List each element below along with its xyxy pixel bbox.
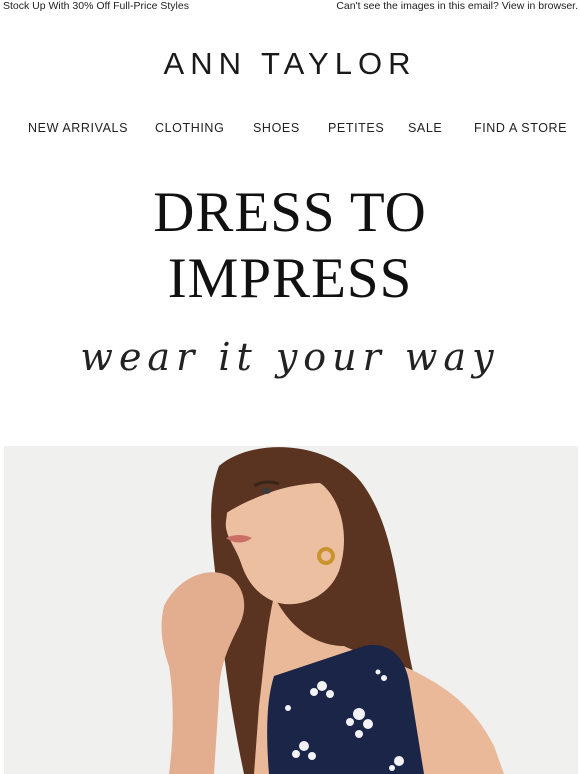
view-in-browser-link[interactable]: Can't see the images in this email? View… xyxy=(336,0,578,12)
preheader-bar: Stock Up With 30% Off Full-Price Styles … xyxy=(0,0,580,14)
main-navigation: NEW ARRIVALS CLOTHING SHOES PETITES SALE… xyxy=(0,121,580,139)
hero-headline-line-1: DRESS TO xyxy=(153,181,427,244)
preheader-promo-text: Stock Up With 30% Off Full-Price Styles xyxy=(3,0,189,12)
nav-item-petites[interactable]: PETITES xyxy=(328,121,384,135)
model-illustration xyxy=(4,446,578,774)
nav-item-sale[interactable]: SALE xyxy=(408,121,442,135)
nav-item-clothing[interactable]: CLOTHING xyxy=(155,121,224,135)
hero-tagline: wear it your way xyxy=(80,335,500,379)
nav-item-find-a-store[interactable]: FIND A STORE xyxy=(474,121,567,135)
hero-model-image[interactable] xyxy=(4,446,578,774)
hero-headline-line-2: IMPRESS xyxy=(167,247,413,310)
nav-item-shoes[interactable]: SHOES xyxy=(253,121,300,135)
nav-item-new-arrivals[interactable]: NEW ARRIVALS xyxy=(28,121,128,135)
hero-headline-link[interactable]: DRESS TO IMPRESS xyxy=(0,180,580,312)
brand-logo[interactable]: ANN TAYLOR xyxy=(0,46,580,82)
